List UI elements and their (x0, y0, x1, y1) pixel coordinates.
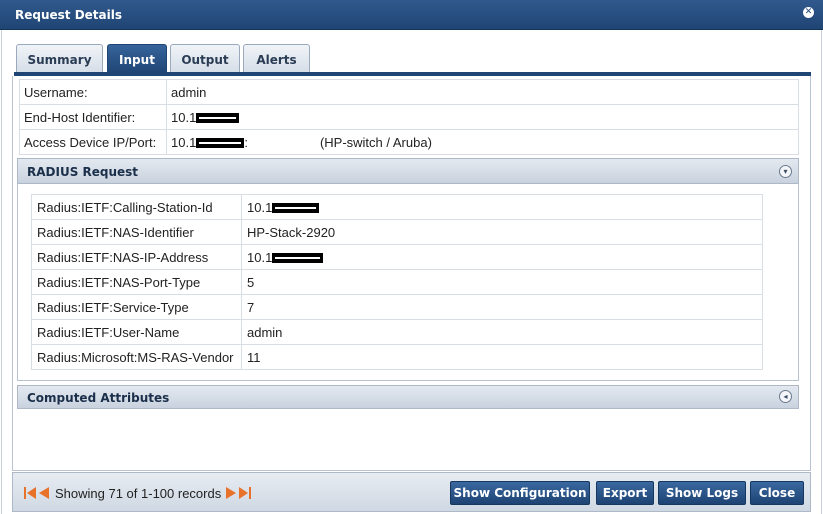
attr-key: Radius:IETF:NAS-Port-Type (31, 269, 242, 295)
endhost-prefix: 10.1 (171, 109, 197, 125)
attr-key: Radius:IETF:Service-Type (31, 294, 242, 320)
attr-key: Radius:IETF:Calling-Station-Id (31, 194, 242, 220)
window-title: Request Details (15, 8, 123, 22)
username-label: Username: (19, 79, 167, 105)
tab-summary[interactable]: Summary (16, 44, 103, 73)
request-info-table: Username: admin End-Host Identifier: 10.… (19, 79, 799, 155)
attr-value: admin (241, 319, 763, 345)
last-page-icon[interactable] (238, 486, 252, 500)
attr-value: 10.1 (241, 194, 763, 220)
radius-request-header[interactable]: RADIUS Request ▾ (17, 158, 799, 184)
close-button[interactable]: Close (750, 481, 804, 505)
chevron-left-icon[interactable]: ◂ (779, 390, 792, 403)
table-row: Radius:IETF:Service-Type 7 (31, 294, 763, 320)
tab-alerts[interactable]: Alerts (243, 44, 310, 73)
redaction-block (272, 203, 320, 214)
redaction-block (272, 253, 324, 264)
attr-value: 10.1 (241, 244, 763, 270)
radius-request-title: RADIUS Request (27, 165, 139, 179)
computed-attributes-title: Computed Attributes (27, 391, 170, 405)
next-page-icon[interactable] (224, 486, 238, 500)
close-icon[interactable]: ✕ (803, 7, 814, 18)
tab-output[interactable]: Output (170, 44, 240, 73)
attr-value: HP-Stack-2920 (241, 219, 763, 245)
attr-value-text: 10.1 (247, 249, 273, 265)
first-page-icon[interactable] (23, 486, 37, 500)
attr-value: 11 (241, 344, 763, 370)
attr-value: 5 (241, 269, 763, 295)
table-row: Radius:IETF:User-Name admin (31, 319, 763, 345)
access-device-name: (HP-switch / Aruba) (319, 134, 432, 150)
username-value: admin (166, 79, 799, 105)
access-separator: : (244, 134, 248, 150)
show-configuration-button[interactable]: Show Configuration (450, 481, 590, 505)
redaction-block (196, 138, 245, 149)
pager: Showing 71 of 1-100 records (23, 485, 252, 501)
attr-value: 7 (241, 294, 763, 320)
endhost-value: 10.1 (166, 104, 799, 130)
attr-key: Radius:IETF:User-Name (31, 319, 242, 345)
computed-attributes-header[interactable]: Computed Attributes ◂ (17, 385, 799, 409)
table-row: Radius:IETF:NAS-IP-Address 10.1 (31, 244, 763, 270)
table-row: Radius:IETF:NAS-Identifier HP-Stack-2920 (31, 219, 763, 245)
access-device-label: Access Device IP/Port: (19, 129, 167, 155)
attr-value-text: 10.1 (247, 199, 273, 215)
endhost-label: End-Host Identifier: (19, 104, 167, 130)
table-row: End-Host Identifier: 10.1 (19, 104, 799, 130)
table-row: Radius:IETF:Calling-Station-Id 10.1 (31, 194, 763, 220)
pager-status: Showing 71 of 1-100 records (55, 485, 222, 501)
redaction-block (196, 113, 240, 124)
attr-key: Radius:IETF:NAS-IP-Address (31, 244, 242, 270)
access-prefix: 10.1 (171, 134, 197, 150)
show-logs-button[interactable]: Show Logs (658, 481, 746, 505)
previous-page-icon[interactable] (37, 486, 51, 500)
table-row: Radius:Microsoft:MS-RAS-Vendor 11 (31, 344, 763, 370)
table-row: Radius:IETF:NAS-Port-Type 5 (31, 269, 763, 295)
title-bar: Request Details ✕ (0, 0, 823, 30)
table-row: Username: admin (19, 79, 799, 105)
dialog-footer: Showing 71 of 1-100 records Show Configu… (12, 472, 811, 512)
access-device-value: 10.1: (HP-switch / Aruba) (166, 129, 799, 155)
table-row: Access Device IP/Port: 10.1: (HP-switch /… (19, 129, 799, 155)
attr-key: Radius:IETF:NAS-Identifier (31, 219, 242, 245)
chevron-up-icon[interactable]: ▾ (779, 165, 792, 178)
tab-input[interactable]: Input (107, 44, 167, 73)
attr-key: Radius:Microsoft:MS-RAS-Vendor (31, 344, 242, 370)
radius-attributes-table: Radius:IETF:Calling-Station-Id 10.1 Radi… (31, 194, 763, 370)
export-button[interactable]: Export (596, 481, 654, 505)
